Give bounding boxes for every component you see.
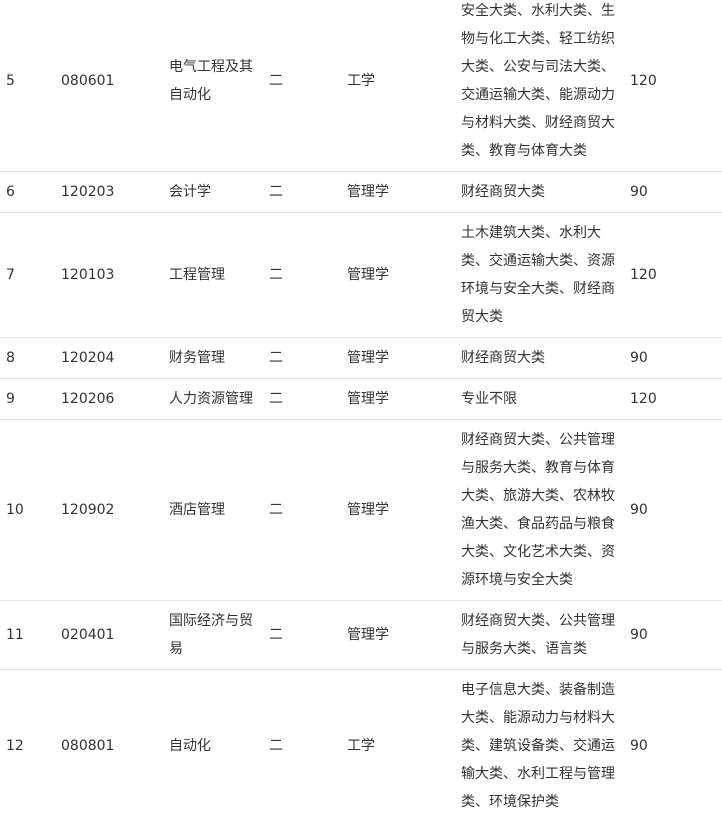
enrollment-quota: 90 [630,184,648,200]
enrollment-quota: 120 [630,391,657,407]
table-row: 8 120204 财务管理 二 管理学 财经商贸大类 90 [0,338,722,379]
eligible-groups: 专业不限 [461,391,517,407]
eligible-groups: 财经商贸大类 [461,184,545,200]
enrollment-quota: 90 [630,502,648,518]
discipline-category: 管理学 [347,627,389,643]
enrollment-quota: 90 [630,350,648,366]
major-code: 120204 [61,350,115,366]
enrollment-quota: 120 [630,267,657,283]
major-name: 人力资源管理 [169,391,253,407]
major-code: 020401 [61,627,115,643]
major-code: 120103 [61,267,115,283]
table-row: 7 120103 工程管理 二 管理学 土木建筑大类、水利大类、交通运输大类、资… [0,213,722,338]
row-number: 6 [6,184,15,200]
eligible-groups: 财经商贸大类、公共管理与服务大类、教育与体育大类、旅游大类、农林牧渔大类、食品药… [461,432,615,588]
major-name: 国际经济与贸易 [169,613,253,657]
table-row: 11 020401 国际经济与贸易 二 管理学 财经商贸大类、公共管理与服务大类… [0,601,722,670]
major-code: 120203 [61,184,115,200]
major-code: 120206 [61,391,115,407]
degree-type: 二 [269,350,283,366]
major-name: 电气工程及其自动化 [169,59,253,103]
row-number: 10 [6,502,24,518]
major-name: 酒店管理 [169,502,225,518]
table-row: 5 080601 电气工程及其自动化 二 工学 安全大类、水利大类、生物与化工大… [0,0,722,172]
row-number: 9 [6,391,15,407]
degree-type: 二 [269,502,283,518]
enrollment-quota: 90 [630,738,648,754]
discipline-category: 管理学 [347,350,389,366]
degree-type: 二 [269,627,283,643]
eligible-groups: 安全大类、水利大类、生物与化工大类、轻工纺织大类、公安与司法大类、交通运输大类、… [461,3,615,159]
discipline-category: 工学 [347,73,375,89]
discipline-category: 管理学 [347,391,389,407]
enrollment-quota: 90 [630,627,648,643]
row-number: 5 [6,73,15,89]
majors-table-body: 5 080601 电气工程及其自动化 二 工学 安全大类、水利大类、生物与化工大… [0,0,722,822]
eligible-groups: 电子信息大类、装备制造大类、能源动力与材料大类、建筑设备类、交通运输大类、水利工… [461,682,615,810]
discipline-category: 管理学 [347,502,389,518]
degree-type: 二 [269,391,283,407]
major-name: 会计学 [169,184,211,200]
degree-type: 二 [269,267,283,283]
major-code: 120902 [61,502,115,518]
eligible-groups: 土木建筑大类、水利大类、交通运输大类、资源环境与安全大类、财经商贸大类 [461,225,615,325]
table-row: 6 120203 会计学 二 管理学 财经商贸大类 90 [0,172,722,213]
enrollment-quota: 120 [630,73,657,89]
degree-type: 二 [269,73,283,89]
table-row: 12 080801 自动化 二 工学 电子信息大类、装备制造大类、能源动力与材料… [0,670,722,823]
row-number: 7 [6,267,15,283]
major-name: 工程管理 [169,267,225,283]
table-row: 9 120206 人力资源管理 二 管理学 专业不限 120 [0,379,722,420]
major-name: 自动化 [169,738,211,754]
degree-type: 二 [269,184,283,200]
discipline-category: 管理学 [347,267,389,283]
major-code: 080601 [61,73,115,89]
row-number: 8 [6,350,15,366]
row-number: 11 [6,627,24,643]
majors-table: 5 080601 电气工程及其自动化 二 工学 安全大类、水利大类、生物与化工大… [0,0,722,822]
eligible-groups: 财经商贸大类 [461,350,545,366]
eligible-groups: 财经商贸大类、公共管理与服务大类、语言类 [461,613,615,657]
discipline-category: 管理学 [347,184,389,200]
degree-type: 二 [269,738,283,754]
table-row: 10 120902 酒店管理 二 管理学 财经商贸大类、公共管理与服务大类、教育… [0,420,722,601]
major-name: 财务管理 [169,350,225,366]
row-number: 12 [6,738,24,754]
discipline-category: 工学 [347,738,375,754]
major-code: 080801 [61,738,115,754]
